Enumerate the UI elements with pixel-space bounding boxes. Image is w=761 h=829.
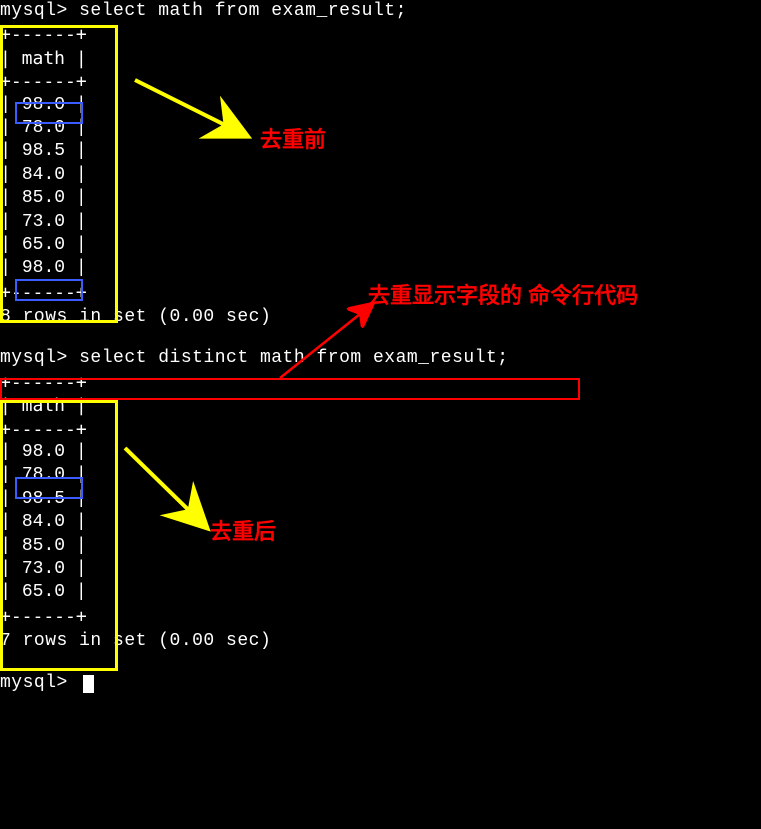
table-row: | 73.0 | xyxy=(0,211,87,234)
table-row: | 78.0 | xyxy=(0,464,87,487)
table-border: +------+ xyxy=(0,371,87,394)
table-row: | 78.0 | xyxy=(0,117,87,140)
result-summary-2: 7 rows in set (0.00 sec) xyxy=(0,630,761,653)
annotation-before-dedup: 去重前 xyxy=(260,126,326,155)
table-border: +------+ xyxy=(0,605,87,628)
table-row: | 84.0 | xyxy=(0,511,87,534)
mysql-prompt: mysql> xyxy=(0,1,79,21)
table-row: | 98.0 | xyxy=(0,257,87,280)
result-table-1: +------+ | math | +------+ | 98.0 | | 78… xyxy=(0,23,87,304)
table-border: +------+ xyxy=(0,418,87,441)
annotation-command-desc: 去重显示字段的 命令行代码 xyxy=(368,282,638,311)
table-row: | 84.0 | xyxy=(0,164,87,187)
table-border: +------+ xyxy=(0,281,87,304)
table-header: | math | xyxy=(0,47,87,70)
table-header: | math | xyxy=(0,394,87,417)
mysql-prompt: mysql> xyxy=(0,348,79,368)
arrow-yellow-icon xyxy=(125,70,265,150)
sql-query-1: select math from exam_result; xyxy=(79,1,407,21)
table-row: | 85.0 | xyxy=(0,535,87,558)
table-row: | 65.0 | xyxy=(0,234,87,257)
table-row: | 73.0 | xyxy=(0,558,87,581)
table-row: | 98.5 | xyxy=(0,140,87,163)
query-line-3[interactable]: mysql> xyxy=(0,672,761,695)
highlight-box-red xyxy=(0,378,580,400)
result-table-2: +------+ | math | +------+ | 98.0 | | 78… xyxy=(0,371,87,628)
query-line-1: mysql> select math from exam_result; xyxy=(0,0,761,23)
table-row: | 98.0 | xyxy=(0,441,87,464)
table-row: | 98.5 | xyxy=(0,488,87,511)
table-border: +------+ xyxy=(0,23,87,46)
query-line-2: mysql> select distinct math from exam_re… xyxy=(0,347,761,370)
arrow-yellow-icon xyxy=(120,438,220,538)
table-row: | 85.0 | xyxy=(0,187,87,210)
mysql-prompt: mysql> xyxy=(0,673,79,693)
cursor-icon xyxy=(83,675,94,693)
table-row: | 98.0 | xyxy=(0,94,87,117)
annotation-after-dedup: 去重后 xyxy=(210,518,276,547)
table-border: +------+ xyxy=(0,70,87,93)
sql-query-2: select distinct math from exam_result; xyxy=(79,348,508,368)
table-row: | 65.0 | xyxy=(0,581,87,604)
